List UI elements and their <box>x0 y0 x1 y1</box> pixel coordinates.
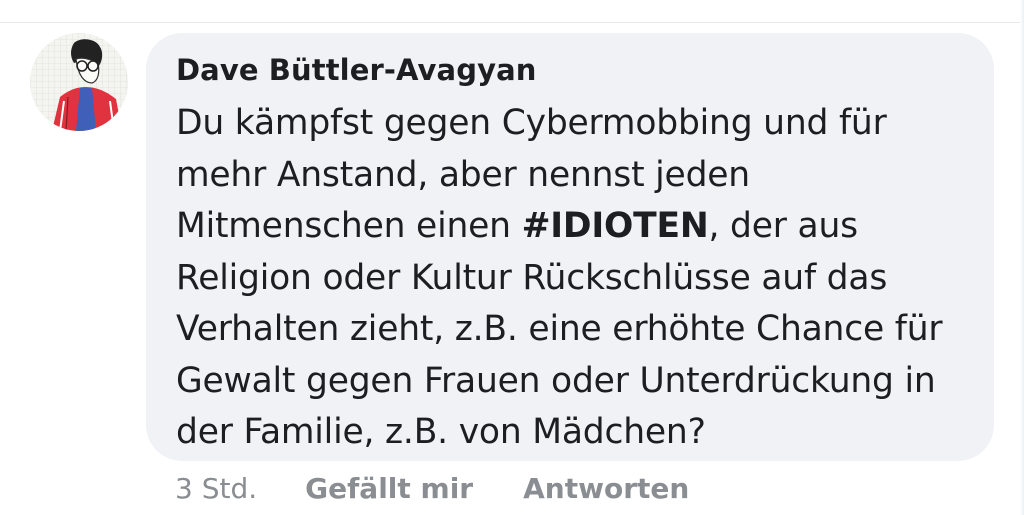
comment-line: Du kämpfst gegen Cybermobbing und für <box>176 103 887 143</box>
comment-text-segment: Mitmenschen einen <box>176 206 522 246</box>
comment-line: Gewalt gegen Frauen oder Unterdrückung i… <box>176 360 936 401</box>
scrollbar-track <box>1020 0 1024 515</box>
comment-line: Mitmenschen einen #IDIOTEN, der aus <box>176 201 976 253</box>
comment-line: mehr Anstand, aber nennst jeden <box>176 154 750 195</box>
comment-line: Verhalten zieht, z.B. eine erhöhte Chanc… <box>176 309 943 349</box>
comment-bubble: Dave Büttler-Avagyan Du kämpfst gegen Cy… <box>146 33 994 461</box>
like-button[interactable]: Gefällt mir <box>305 472 473 505</box>
comment-actions: 3 Std. Gefällt mir Antworten <box>175 470 739 506</box>
comment-timestamp[interactable]: 3 Std. <box>175 472 257 505</box>
hashtag-link[interactable]: #IDIOTEN <box>522 206 709 246</box>
avatar[interactable] <box>30 33 128 131</box>
divider <box>0 22 1024 23</box>
comment-line: Religion oder Kultur Rückschlüsse auf da… <box>176 257 888 298</box>
comment-text-segment: , der aus <box>708 206 859 246</box>
comment-line: der Familie, z.B. von Mädchen? <box>176 412 706 452</box>
comment-author[interactable]: Dave Büttler-Avagyan <box>176 53 537 87</box>
comment-text: Du kämpfst gegen Cybermobbing und für me… <box>176 98 976 459</box>
reply-button[interactable]: Antworten <box>523 472 689 505</box>
avatar-icon <box>30 33 128 131</box>
comment-view: Dave Büttler-Avagyan Du kämpfst gegen Cy… <box>0 0 1024 515</box>
